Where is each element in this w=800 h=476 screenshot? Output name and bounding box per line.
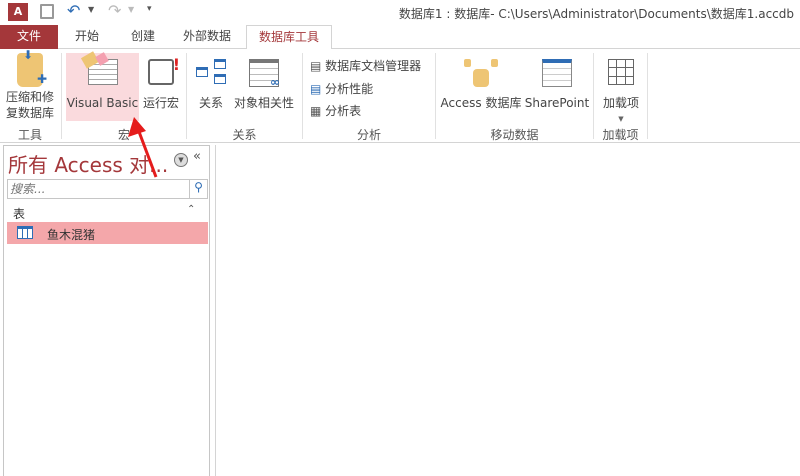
compact-database-icon: ⬇ ✚ — [17, 48, 47, 87]
tab-database-tools[interactable]: 数据库工具 — [246, 25, 332, 50]
search-box[interactable]: ⚲ — [7, 179, 208, 199]
relationships-icon — [196, 59, 226, 85]
run-macro-icon: ! — [148, 57, 180, 85]
access-logo-icon: A — [8, 3, 28, 21]
sharepoint-button[interactable]: SharePoint — [524, 53, 590, 111]
undo-dropdown-icon[interactable]: ▼ — [88, 5, 94, 14]
redo-dropdown-icon: ▼ — [128, 5, 135, 14]
save-icon[interactable] — [40, 4, 54, 19]
addins-dropdown-icon: ▼ — [618, 115, 624, 123]
workspace — [215, 145, 800, 476]
visual-basic-icon — [80, 51, 118, 85]
title-bar: A ↶ ▼ ↷ ▼ ▾ 数据库1 : 数据库- C:\Users\Adminis… — [0, 0, 800, 25]
nav-menu-dropdown-icon[interactable]: ▼ — [174, 153, 188, 167]
compact-repair-button[interactable]: ⬇ ✚ 压缩和修 复数据库 — [2, 48, 58, 121]
group-label-analyze: 分析 — [356, 128, 381, 142]
object-dependencies-icon: ∞ — [249, 59, 280, 89]
ribbon-tabs: 文件 开始 创建 外部数据 数据库工具 — [0, 25, 800, 50]
tab-home[interactable]: 开始 — [62, 25, 112, 49]
red-arrow-annotation — [128, 117, 158, 178]
database-documenter-button[interactable]: ▤ 数据库文档管理器 — [310, 57, 421, 74]
search-icon[interactable]: ⚲ — [189, 180, 207, 198]
access-database-button[interactable]: Access 数据库 — [440, 53, 522, 111]
section-header-tables[interactable]: 表 — [13, 205, 25, 222]
analyze-table-icon: ▦ — [310, 104, 322, 118]
addins-button[interactable]: 加载项 ▼ — [598, 53, 644, 127]
access-database-icon — [464, 59, 498, 87]
collapse-pane-icon[interactable]: « — [193, 149, 201, 164]
undo-icon[interactable]: ↶ — [67, 1, 80, 20]
table-icon — [17, 226, 33, 239]
group-label-relationships: 关系 — [232, 128, 257, 142]
group-label-addins: 加载项 — [602, 128, 639, 142]
group-label-tools: 工具 — [17, 128, 42, 142]
documenter-icon: ▤ — [310, 59, 322, 73]
relationships-button[interactable]: 关系 — [192, 53, 230, 111]
list-item[interactable]: 鱼木混猪 — [7, 222, 208, 244]
performance-icon: ▤ — [310, 82, 322, 96]
object-dependencies-button[interactable]: ∞ 对象相关性 — [232, 53, 296, 111]
tab-file[interactable]: 文件 — [0, 25, 58, 49]
tab-create[interactable]: 创建 — [118, 25, 168, 49]
analyze-performance-button[interactable]: ▤ 分析性能 — [310, 80, 373, 97]
redo-icon: ↷ — [108, 1, 122, 20]
navigation-pane: 所有 Access 对... ▼ « ⚲ 表 ⌃ 鱼木混猪 — [3, 145, 210, 476]
window-title: 数据库1 : 数据库- C:\Users\Administrator\Docum… — [398, 7, 794, 21]
run-macro-button[interactable]: ! 运行宏 — [141, 53, 181, 111]
analyze-table-button[interactable]: ▦ 分析表 — [310, 102, 361, 119]
group-label-move-data: 移动数据 — [490, 128, 539, 142]
sharepoint-icon — [542, 59, 572, 87]
customize-toolbar-icon[interactable]: ▾ — [147, 4, 152, 14]
addins-icon — [608, 59, 634, 85]
section-collapse-icon[interactable]: ⌃ — [187, 204, 195, 215]
tab-external-data[interactable]: 外部数据 — [172, 25, 242, 49]
